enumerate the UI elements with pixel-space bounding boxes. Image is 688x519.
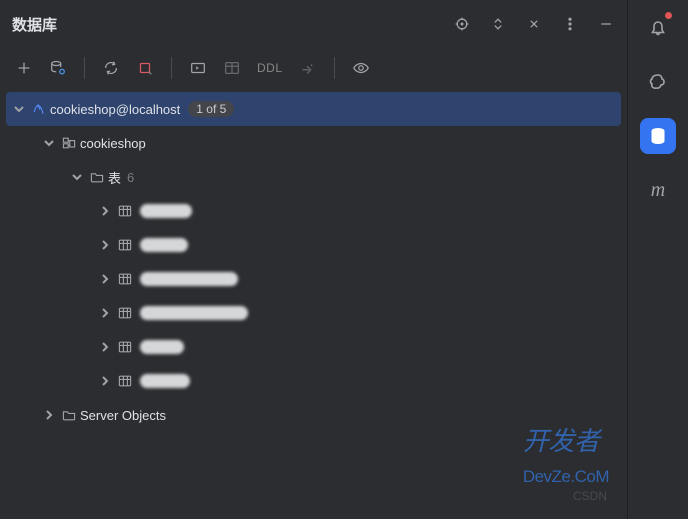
redacted-label xyxy=(140,340,184,354)
table-node[interactable] xyxy=(6,228,621,262)
redacted-label xyxy=(140,272,238,286)
redacted-label xyxy=(140,238,188,252)
table-node[interactable] xyxy=(6,296,621,330)
tables-count: 6 xyxy=(127,170,134,185)
ai-assistant-button[interactable] xyxy=(640,64,676,100)
separator xyxy=(84,57,85,79)
collapse-all-icon[interactable] xyxy=(525,15,543,33)
chevron-right-icon xyxy=(96,273,114,285)
database-tool-button[interactable] xyxy=(640,118,676,154)
chevron-right-icon xyxy=(96,375,114,387)
table-node[interactable] xyxy=(6,330,621,364)
ddl-button[interactable]: DDL xyxy=(254,58,286,78)
refresh-icon[interactable] xyxy=(99,56,123,80)
navigate-icon[interactable] xyxy=(296,56,320,80)
folder-icon xyxy=(58,407,80,423)
notifications-button[interactable] xyxy=(640,10,676,46)
schema-label: cookieshop xyxy=(80,136,146,151)
mysql-icon xyxy=(28,101,50,117)
separator xyxy=(171,57,172,79)
table-icon xyxy=(114,271,136,287)
add-button[interactable] xyxy=(12,56,36,80)
server-objects-label: Server Objects xyxy=(80,408,166,423)
redacted-label xyxy=(140,204,192,218)
connection-label: cookieshop@localhost xyxy=(50,102,180,117)
watermark-csdn: CSDN xyxy=(573,489,607,503)
table-icon xyxy=(114,237,136,253)
tables-folder-label: 表 xyxy=(108,168,121,187)
stop-icon[interactable] xyxy=(133,56,157,80)
expand-collapse-icon[interactable] xyxy=(489,15,507,33)
separator xyxy=(334,57,335,79)
table-icon[interactable] xyxy=(220,56,244,80)
table-icon xyxy=(114,339,136,355)
folder-icon xyxy=(86,169,108,185)
minimize-icon[interactable] xyxy=(597,15,615,33)
notification-dot-icon xyxy=(665,12,672,19)
redacted-label xyxy=(140,374,190,388)
schema-node[interactable]: cookieshop xyxy=(6,126,621,160)
table-node[interactable] xyxy=(6,364,621,398)
chevron-right-icon xyxy=(96,307,114,319)
table-icon xyxy=(114,373,136,389)
table-icon xyxy=(114,203,136,219)
chevron-right-icon xyxy=(96,205,114,217)
datasource-properties-icon[interactable] xyxy=(46,56,70,80)
watermark-large: 开发者 DevZe.CoM xyxy=(523,421,609,489)
tables-folder-node[interactable]: 表 6 xyxy=(6,160,621,194)
table-node[interactable] xyxy=(6,194,621,228)
schema-icon xyxy=(58,135,80,151)
chevron-down-icon xyxy=(10,103,28,115)
connection-badge: 1 of 5 xyxy=(188,101,234,117)
chevron-right-icon xyxy=(96,341,114,353)
more-icon[interactable] xyxy=(561,15,579,33)
target-icon[interactable] xyxy=(453,15,471,33)
table-icon xyxy=(114,305,136,321)
chevron-right-icon xyxy=(40,409,58,421)
chevron-right-icon xyxy=(96,239,114,251)
maven-tool-button[interactable]: m xyxy=(640,172,676,208)
connection-node[interactable]: cookieshop@localhost 1 of 5 xyxy=(6,92,621,126)
console-icon[interactable] xyxy=(186,56,210,80)
panel-title: 数据库 xyxy=(12,14,453,35)
chevron-down-icon xyxy=(68,171,86,183)
table-node[interactable] xyxy=(6,262,621,296)
redacted-label xyxy=(140,306,248,320)
view-options-icon[interactable] xyxy=(349,56,373,80)
chevron-down-icon xyxy=(40,137,58,149)
